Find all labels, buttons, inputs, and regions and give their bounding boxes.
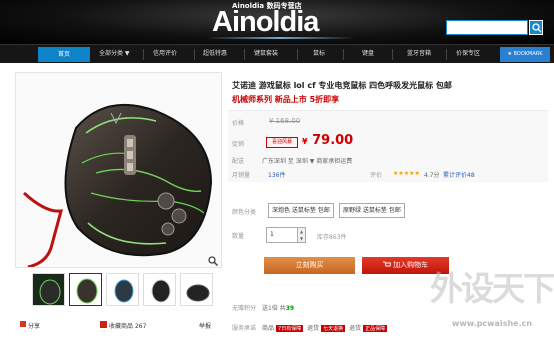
color-label: 颜色分类 — [232, 209, 257, 216]
service-promises: 商品 7日有保障 退货 七天退换 退货 正品保障 — [262, 323, 389, 332]
favorite-link[interactable]: 收藏商品 267 — [109, 321, 146, 330]
nav-separator — [244, 49, 245, 60]
service-text: 商品 — [262, 325, 275, 332]
nav-mouse[interactable]: 鼠标 — [313, 49, 325, 59]
points-label: 无赠积分 — [232, 305, 257, 312]
thumbnail-image — [76, 278, 98, 304]
buy-now-button[interactable]: 立刻购买 — [264, 257, 355, 274]
favorite-count: 267 — [134, 323, 147, 330]
nav-price-protect[interactable]: 价保专区 — [456, 49, 480, 59]
service-badge: 正品保障 — [363, 325, 388, 332]
zoom-icon[interactable] — [208, 256, 218, 266]
product-thumbnail[interactable] — [180, 273, 213, 306]
service-badge: 七天退换 — [321, 325, 346, 332]
nav-credit-rating[interactable]: 信用评价 — [153, 49, 177, 59]
search-button[interactable] — [529, 20, 543, 35]
product-thumbnail[interactable] — [143, 273, 176, 306]
nav-speaker[interactable]: 蓝牙音箱 — [407, 49, 431, 59]
rating-label: 评价 — [370, 172, 383, 179]
nav-deals[interactable]: 超低特惠 — [203, 49, 227, 59]
search-icon — [532, 23, 542, 33]
reviews-link[interactable]: 累计评价48 — [443, 170, 475, 179]
share-link[interactable]: 分享 — [28, 321, 40, 330]
current-price-value: 79.00 — [312, 133, 354, 148]
points-info: 送1倍 共39 — [262, 303, 294, 312]
promo-badge: 喜迎风暴 — [266, 137, 298, 148]
nav-separator — [343, 49, 344, 60]
product-thumbnail[interactable] — [69, 273, 102, 306]
store-logo[interactable]: Ainoldia — [212, 6, 319, 38]
promo-label: 促销 — [232, 141, 245, 148]
quantity-stepper[interactable]: ▲ ▼ — [298, 227, 306, 243]
nav-separator — [446, 49, 447, 60]
shipping-info[interactable]: 广东深圳 至 深圳 ▼ 商家承担运费 — [262, 156, 352, 165]
product-subtitle: 机械师系列 新品上市 5折即享 — [232, 95, 340, 104]
service-text: 退货 — [307, 325, 320, 332]
thumbnail-image — [39, 279, 61, 305]
thumbnail-image — [151, 279, 171, 303]
service-label: 服务承诺 — [232, 325, 257, 332]
search-input[interactable] — [447, 21, 513, 34]
ship-label: 配送 — [232, 158, 245, 165]
gaming-mouse-image — [22, 103, 213, 267]
rating-score: 4.7分 — [424, 172, 440, 179]
search-box — [446, 20, 528, 35]
nav-separator — [392, 49, 393, 60]
watermark-url: www.pcwaishe.cn — [452, 319, 533, 328]
points-text: 送1倍 共 — [262, 305, 286, 312]
qty-label: 数量 — [232, 233, 245, 240]
nav-keyboard[interactable]: 键盘 — [362, 49, 374, 59]
add-to-cart-label: 加入购物车 — [393, 261, 429, 269]
price-label: 价格 — [232, 120, 245, 127]
thumbnail-image — [114, 279, 134, 303]
product-title: 艾诺迪 游戏鼠标 lol cf 专业电竞鼠标 四色呼吸发光鼠标 包邮 — [232, 81, 452, 90]
nav-separator — [194, 49, 195, 60]
nav-home[interactable]: 首页 — [38, 47, 90, 62]
nav-all-categories[interactable]: 全部分类 ▼ — [99, 49, 130, 59]
bookmark-button[interactable]: ★ BOOKMARK — [500, 47, 550, 62]
stock-count: 库存863件 — [317, 234, 347, 241]
product-main-image[interactable] — [15, 72, 222, 268]
nav-separator — [143, 49, 144, 60]
rating-stars: ★★★★★ — [393, 170, 420, 177]
color-option[interactable]: 深炮色 送鼠标垫 包邮 — [268, 203, 334, 218]
color-option[interactable]: 原野绿 送鼠标垫 包邮 — [339, 203, 405, 218]
product-thumbnail[interactable] — [106, 273, 139, 306]
service-badge: 7日有保障 — [276, 325, 304, 332]
watermark-logo: 外设天下 — [430, 269, 554, 308]
original-price: ¥ 168.00 — [269, 117, 301, 125]
points-value: 39 — [285, 305, 295, 312]
share-icon — [20, 321, 26, 327]
nav-separator — [297, 49, 298, 60]
product-thumbnail[interactable] — [32, 273, 65, 306]
main-nav: 首页 全部分类 ▼ 信用评价 超低特惠 键鼠套装 鼠标 键盘 蓝牙音箱 价保专区… — [0, 44, 554, 63]
service-text: 退货 — [349, 325, 362, 332]
quantity-input[interactable]: 1 — [266, 227, 298, 243]
current-price: ¥ 79.00 — [302, 133, 353, 148]
report-link[interactable]: 举报 — [199, 321, 211, 330]
favorite-label: 收藏商品 — [109, 323, 134, 330]
logo-underline — [205, 37, 355, 39]
store-header: Ainoldia 数码专营店 Ainoldia — [0, 0, 554, 44]
thumbnail-image — [186, 284, 210, 302]
cart-icon — [382, 261, 392, 267]
nav-combo[interactable]: 键鼠套装 — [254, 49, 278, 59]
currency-symbol: ¥ — [302, 137, 308, 146]
sales-label: 月销量 — [232, 172, 251, 179]
monthly-sales: 136件 — [268, 172, 286, 179]
favorite-icon — [100, 321, 107, 328]
